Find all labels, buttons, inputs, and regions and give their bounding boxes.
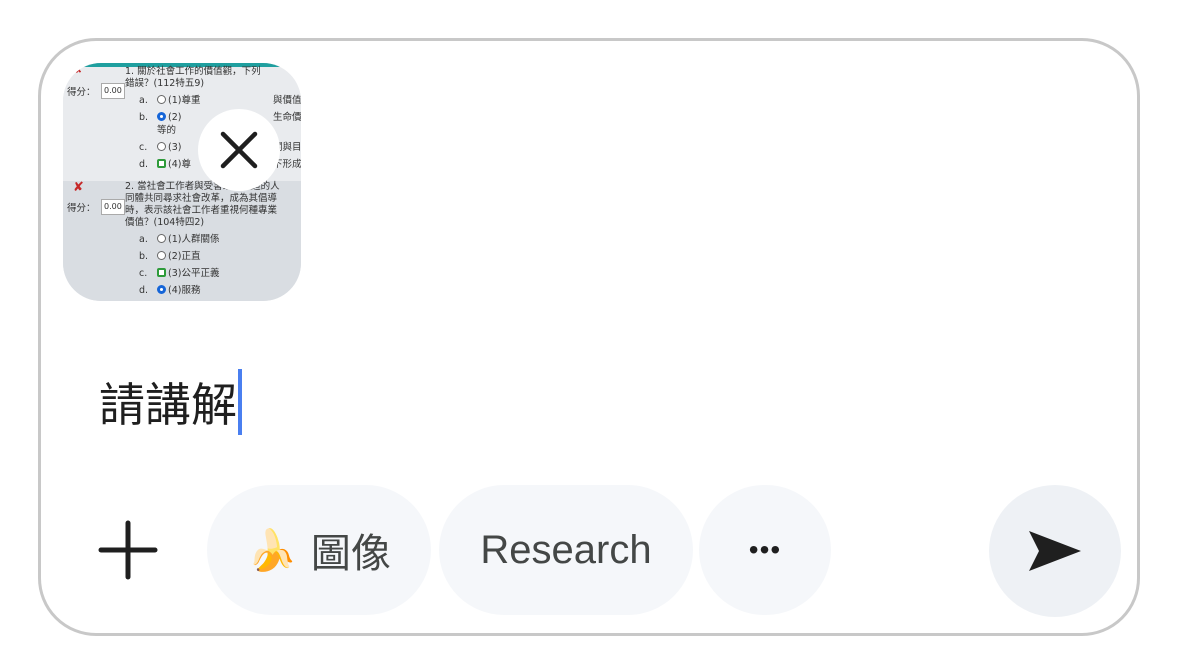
prompt-text: 請講解 bbox=[99, 378, 237, 432]
research-chip[interactable]: Research bbox=[439, 485, 693, 615]
image-tool-chip[interactable]: 🍌 圖像 bbox=[207, 485, 431, 615]
plus-icon bbox=[98, 520, 158, 580]
q1-score-field: 0.00 bbox=[101, 83, 125, 99]
q1-option-b-text: (2) bbox=[168, 112, 182, 123]
q1-title-line1: 1. 關於社會工作的價值觀，下列 bbox=[125, 66, 261, 77]
q2-option-b-text: (2)正直 bbox=[168, 251, 201, 262]
q2-option-a-letter: a. bbox=[139, 234, 148, 245]
wrong-mark-icon: ✘ bbox=[75, 66, 83, 76]
q1-option-a-letter: a. bbox=[139, 95, 148, 106]
q1-option-d-letter: d. bbox=[139, 159, 149, 170]
q1-fragment-2: 生命價 bbox=[273, 112, 301, 123]
more-options-button[interactable]: ••• bbox=[699, 485, 831, 615]
q2-option-a-text: (1)人群關係 bbox=[168, 234, 220, 245]
remove-attachment-button[interactable] bbox=[198, 109, 280, 191]
q1-option-c-text: (3) bbox=[168, 142, 182, 153]
text-caret bbox=[238, 369, 242, 435]
close-icon bbox=[220, 131, 258, 169]
send-arrow-icon bbox=[1029, 531, 1081, 571]
q2-option-c-letter: c. bbox=[139, 268, 148, 279]
q2-score-label: 得分： bbox=[67, 203, 96, 214]
q1-score-label: 得分： bbox=[67, 87, 96, 98]
q2-option-d-text: (4)服務 bbox=[168, 285, 201, 296]
q2-option-d-letter: d. bbox=[139, 285, 149, 296]
q1-option-c-letter: c. bbox=[139, 142, 148, 153]
q2-option-a-radio bbox=[157, 234, 166, 243]
q2-option-d-radio bbox=[157, 285, 166, 294]
research-chip-label: Research bbox=[480, 527, 652, 572]
q2-option-b-radio bbox=[157, 251, 166, 260]
q1-option-b-text-line2: 等的 bbox=[157, 125, 177, 136]
image-chip-label: 圖像 bbox=[310, 531, 391, 577]
wrong-mark-icon: ✘ bbox=[73, 180, 84, 195]
q2-option-c-radio bbox=[157, 268, 166, 277]
q1-option-d-radio bbox=[157, 159, 166, 168]
add-button[interactable] bbox=[97, 519, 159, 581]
q2-option-b-letter: b. bbox=[139, 251, 149, 262]
q1-option-a-text: (1)尊重 bbox=[168, 95, 201, 106]
send-button[interactable] bbox=[989, 485, 1121, 617]
q1-title-line2: 錯誤？(112特五9) bbox=[125, 78, 205, 89]
q1-option-b-radio bbox=[157, 112, 166, 121]
banana-icon: 🍌 bbox=[247, 528, 297, 573]
q1-option-d-text: (4)尊 bbox=[168, 159, 191, 170]
q2-title-line4: 價值？(104特四2) bbox=[125, 217, 205, 228]
q2-title-line3: 時，表示該社會工作者重視何種專業 bbox=[125, 205, 278, 216]
q1-option-c-radio bbox=[157, 142, 166, 151]
q2-option-c-text: (3)公平正義 bbox=[168, 268, 220, 279]
prompt-composer: ✘ 1. 關於社會工作的價值觀，下列 錯誤？(112特五9) 得分： 0.00 … bbox=[38, 38, 1140, 636]
more-dots-icon: ••• bbox=[748, 534, 782, 565]
q2-title-line2: 同體共同尋求社會改革，成為其倡導 bbox=[125, 193, 278, 204]
q2-score-field: 0.00 bbox=[101, 199, 125, 215]
q1-option-a-radio bbox=[157, 95, 166, 104]
attached-image-thumbnail[interactable]: ✘ 1. 關於社會工作的價值觀，下列 錯誤？(112特五9) 得分： 0.00 … bbox=[63, 63, 301, 301]
prompt-input[interactable]: 請講解 bbox=[99, 369, 242, 435]
q1-fragment-1: 與價值 bbox=[273, 95, 301, 106]
q1-option-b-letter: b. bbox=[139, 112, 149, 123]
